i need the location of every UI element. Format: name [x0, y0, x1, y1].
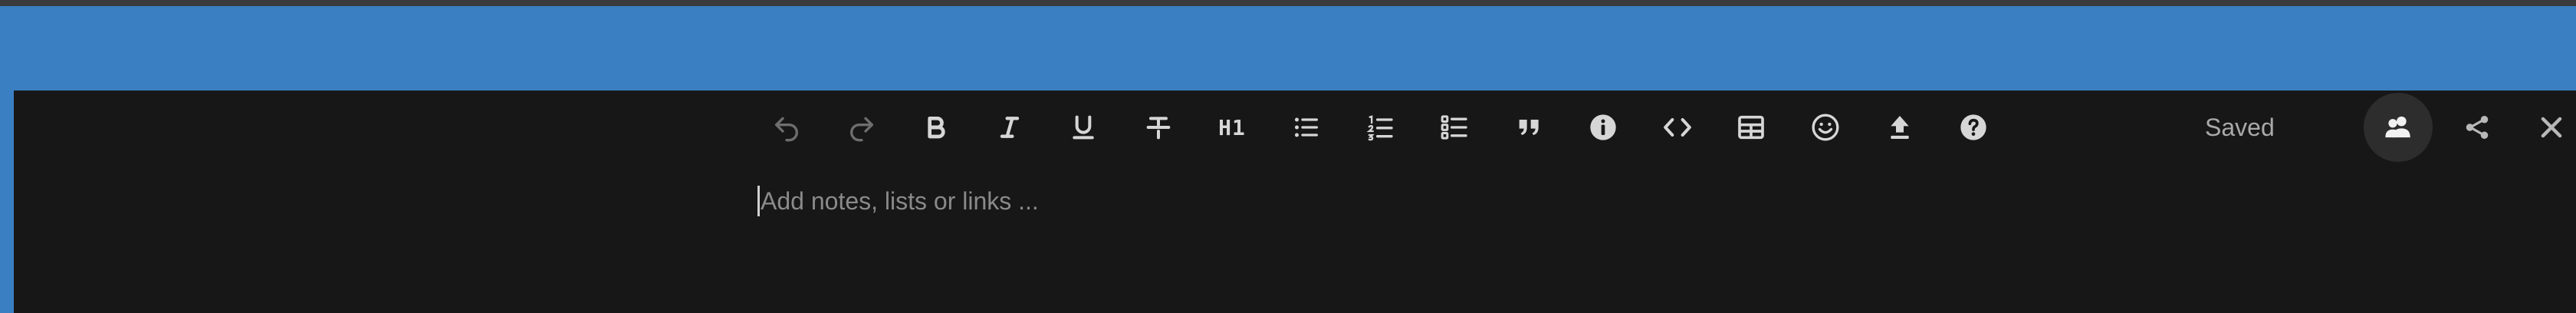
info-icon — [1590, 114, 1616, 140]
code-button[interactable] — [1656, 106, 1699, 149]
quote-button[interactable] — [1508, 106, 1551, 149]
italic-button[interactable] — [988, 106, 1031, 149]
editor-placeholder: Add notes, lists or links ... — [761, 187, 1039, 215]
underline-icon — [1073, 115, 1094, 140]
emoji-icon — [1812, 114, 1839, 141]
table-button[interactable] — [1730, 106, 1773, 149]
numbered-list-icon — [1366, 115, 1393, 141]
italic-icon — [1000, 117, 1020, 138]
collaborators-button[interactable] — [2364, 93, 2433, 162]
info-notice-button[interactable] — [1582, 106, 1625, 149]
undo-button[interactable] — [765, 106, 808, 149]
heading-icon: H1 — [1218, 114, 1246, 140]
strikethrough-icon — [1146, 117, 1171, 140]
bullet-list-button[interactable] — [1285, 106, 1328, 149]
bullet-list-icon — [1295, 117, 1318, 137]
close-button[interactable] — [2530, 106, 2573, 149]
formatting-toolbar: H1 Saved — [14, 91, 2576, 162]
notes-editor-panel: H1 Saved Add notes, lists or links ... — [14, 91, 2576, 313]
emoji-button[interactable] — [1804, 106, 1847, 149]
users-icon — [2385, 116, 2410, 138]
save-status: Saved — [2205, 114, 2275, 141]
checklist-button[interactable] — [1433, 106, 1476, 149]
text-cursor — [757, 186, 760, 216]
upload-icon — [1891, 116, 1909, 139]
bold-icon — [928, 117, 945, 139]
help-button[interactable] — [1952, 106, 1995, 149]
redo-icon — [850, 117, 873, 142]
checklist-icon — [1441, 115, 1467, 140]
code-icon — [1664, 118, 1691, 137]
window-top-edge — [0, 0, 2576, 6]
quote-icon — [1519, 120, 1539, 135]
strikethrough-button[interactable] — [1137, 106, 1180, 149]
share-icon — [2466, 115, 2489, 140]
app-frame-header — [0, 6, 2576, 91]
help-icon — [1960, 114, 1986, 140]
close-icon — [2541, 117, 2562, 138]
undo-icon — [775, 117, 798, 142]
heading-button[interactable]: H1 — [1211, 106, 1254, 149]
redo-button[interactable] — [840, 106, 883, 149]
underline-button[interactable] — [1062, 106, 1105, 149]
note-text-area[interactable]: Add notes, lists or links ... — [757, 181, 2291, 227]
table-icon — [1738, 115, 1764, 140]
upload-button[interactable] — [1878, 106, 1921, 149]
numbered-list-button[interactable] — [1359, 106, 1401, 149]
share-button[interactable] — [2456, 106, 2499, 149]
bold-button[interactable] — [915, 106, 958, 149]
